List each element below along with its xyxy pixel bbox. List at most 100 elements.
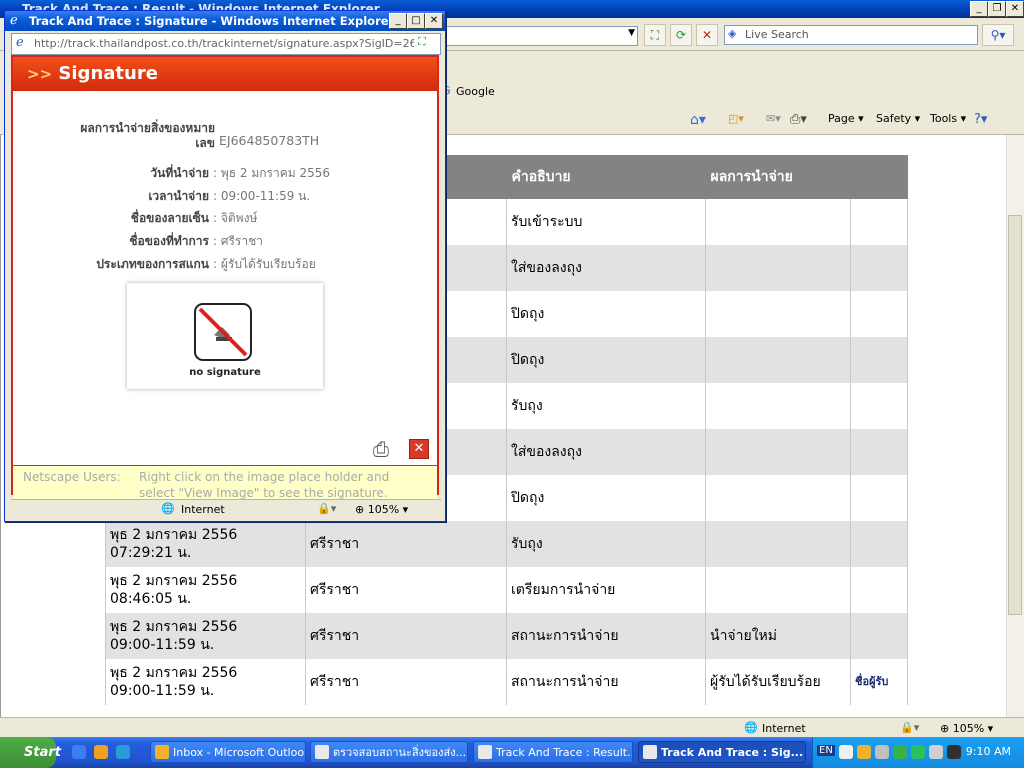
- netscape-label: Netscape Users:: [23, 470, 121, 484]
- language-indicator[interactable]: EN: [817, 745, 835, 756]
- tray-network-icon[interactable]: [839, 745, 853, 759]
- cell-result: [705, 199, 851, 245]
- popup-statusbar: 🌐 Internet 🔒▾ ⊕ 105% ▾: [11, 499, 441, 520]
- cell-result: [705, 337, 851, 383]
- value-time: : 09:00-11:59 น.: [213, 189, 311, 203]
- stop-icon[interactable]: ✕: [696, 24, 718, 46]
- cell-description: เตรียมการนำจ่าย: [506, 567, 706, 613]
- signature-image[interactable]: no signature: [127, 283, 323, 389]
- page-menu[interactable]: Page ▾: [828, 112, 864, 125]
- minimize-button[interactable]: _: [970, 1, 988, 17]
- tray-nvidia-icon[interactable]: [911, 745, 925, 759]
- favorite-google-link[interactable]: Google: [456, 85, 495, 98]
- ie-quicklaunch-icon[interactable]: [72, 745, 86, 759]
- print-icon[interactable]: ⎙: [373, 437, 389, 461]
- cell-result: [705, 521, 851, 567]
- cell-description: รับถุง: [506, 521, 706, 567]
- task-thailandpost[interactable]: ตรวจสอบสถานะสิ่งของส่ง...: [310, 741, 468, 763]
- feeds-icon[interactable]: ◰▾: [728, 112, 744, 125]
- popup-maximize-button[interactable]: □: [407, 13, 425, 29]
- task-label: Track And Trace : Result...: [496, 746, 633, 759]
- vertical-scrollbar[interactable]: [1006, 135, 1024, 717]
- help-icon[interactable]: ?▾: [974, 112, 987, 127]
- cell-action: [850, 383, 908, 429]
- protected-mode-icon[interactable]: 🔒▾: [900, 721, 919, 734]
- cell-action[interactable]: ชื่อผู้รับ: [850, 659, 908, 705]
- popup-address-bar[interactable]: ℯ http://track.thailandpost.co.th/tracki…: [11, 33, 441, 55]
- home-icon[interactable]: ⌂▾: [690, 112, 706, 128]
- cell-action: [850, 199, 908, 245]
- page-menu-label: Page: [828, 112, 855, 125]
- signature-popup-window[interactable]: ℯ Track And Trace : Signature - Windows …: [4, 10, 446, 522]
- safety-menu-label: Safety: [876, 112, 912, 125]
- label-office: ชื่อของที่ทำการ: [129, 234, 209, 248]
- cell-result: [705, 429, 851, 475]
- popup-title: Track And Trace : Signature - Windows In…: [29, 14, 395, 28]
- compatibility-icon[interactable]: ⛶: [644, 24, 666, 46]
- cell-action: [850, 291, 908, 337]
- cell-result: [705, 567, 851, 613]
- label-scan-type: ประเภทของการสแกน: [96, 257, 209, 271]
- zoom-value: 105%: [952, 722, 985, 735]
- popup-minimize-button[interactable]: _: [389, 13, 407, 29]
- table-row: พุธ 2 มกราคม 2556 09:00-11:59 น. ศรีราชาส…: [105, 659, 908, 705]
- refresh-icon[interactable]: ⟳: [670, 24, 692, 46]
- start-button[interactable]: Start: [0, 737, 61, 768]
- tray-monitor-icon[interactable]: [929, 745, 943, 759]
- cell-result: [705, 245, 851, 291]
- tray-outlook-icon[interactable]: [857, 745, 871, 759]
- task-track-signature[interactable]: Track And Trace : Sig...: [638, 741, 806, 763]
- search-go-icon[interactable]: ⚲▾: [982, 24, 1014, 46]
- zoom-level[interactable]: ⊕ 105% ▾: [940, 722, 993, 735]
- cell-action: [850, 613, 908, 659]
- internet-zone-icon: 🌐: [161, 502, 175, 515]
- compatibility-icon[interactable]: ⛶: [418, 35, 426, 49]
- cell-action: [850, 337, 908, 383]
- tray-security-icon[interactable]: [893, 745, 907, 759]
- system-tray: EN 9:10 AM: [812, 737, 1024, 768]
- value-signer: : จิติพงษ์: [213, 211, 258, 225]
- tray-volume-icon[interactable]: [947, 745, 961, 759]
- value-item-number: EJ664850783TH: [219, 133, 320, 148]
- netscape-text-2: select "View Image" to see the signature…: [139, 486, 388, 500]
- close-button[interactable]: ✕: [1006, 1, 1024, 17]
- label-item-number: ผลการนำจ่ายสิ่งของหมาย เลข: [80, 121, 215, 150]
- banner-title: Signature: [58, 63, 158, 84]
- popup-titlebar[interactable]: ℯ Track And Trace : Signature - Windows …: [5, 11, 445, 31]
- header-result: ผลการนำจ่าย: [705, 155, 851, 199]
- desktop-quicklaunch-icon[interactable]: [116, 745, 130, 759]
- ie-page-icon: ℯ: [16, 35, 24, 50]
- task-track-result[interactable]: Track And Trace : Result...: [473, 741, 633, 763]
- cell-result: [705, 291, 851, 337]
- tools-menu[interactable]: Tools ▾: [930, 112, 966, 125]
- task-outlook[interactable]: Inbox - Microsoft Outlook: [150, 741, 306, 763]
- cell-description: รับเข้าระบบ: [506, 199, 706, 245]
- main-statusbar: 🌐 Internet 🔒▾ ⊕ 105% ▾: [0, 717, 1024, 738]
- signature-page: >> Signature ผลการนำจ่ายสิ่งของหมาย เลข …: [11, 55, 439, 502]
- search-input[interactable]: ◈ Live Search: [724, 25, 978, 45]
- popup-zoom[interactable]: ⊕ 105% ▾: [355, 503, 408, 516]
- address-bar[interactable]: ▼: [444, 26, 638, 46]
- mail-icon[interactable]: ✉▾: [766, 112, 781, 125]
- start-label: Start: [24, 745, 61, 760]
- outlook-quicklaunch-icon[interactable]: [94, 745, 108, 759]
- value-office: : ศรีราชา: [213, 234, 263, 248]
- scroll-thumb[interactable]: [1008, 215, 1022, 615]
- label-signer: ชื่อของลายเซ็น: [130, 211, 209, 225]
- print-icon[interactable]: ⎙▾: [790, 112, 807, 127]
- internet-zone-icon: 🌐: [744, 721, 758, 734]
- popup-close-button[interactable]: ✕: [425, 13, 443, 29]
- no-signature-icon: [194, 303, 252, 361]
- restore-button[interactable]: ❐: [988, 1, 1006, 17]
- signature-banner: >> Signature: [13, 57, 437, 91]
- value-date: : พุธ 2 มกราคม 2556: [213, 166, 331, 180]
- ie-icon: [643, 745, 657, 759]
- tray-tool-icon[interactable]: [875, 745, 889, 759]
- protected-mode-icon[interactable]: 🔒▾: [317, 502, 336, 515]
- cell-action: [850, 245, 908, 291]
- popup-url: http://track.thailandpost.co.th/trackint…: [34, 37, 414, 50]
- close-icon[interactable]: ✕: [409, 439, 429, 459]
- safety-menu[interactable]: Safety ▾: [876, 112, 920, 125]
- cell-time: พุธ 2 มกราคม 2556 09:00-11:59 น.: [105, 613, 306, 659]
- chevron-down-icon[interactable]: ▼: [628, 28, 635, 38]
